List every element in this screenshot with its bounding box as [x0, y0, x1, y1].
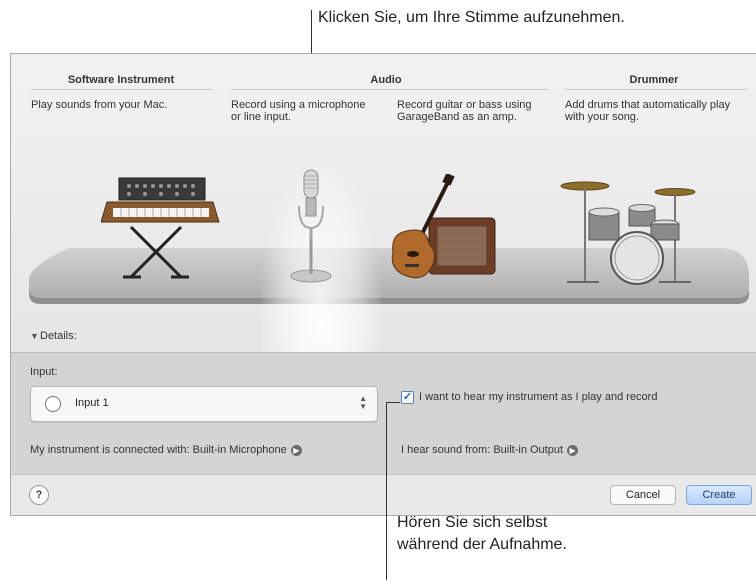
radio-icon[interactable] — [45, 396, 61, 412]
category-title-drummer: Drummer — [629, 74, 679, 86]
category-title-audio: Audio — [370, 74, 402, 86]
instrument-connection-info: My instrument is connected with: Built-i… — [30, 444, 302, 456]
callout-line-bottom-connector — [386, 402, 400, 403]
description-line: Record using a microphone — [231, 99, 366, 111]
description-line: or line input. — [231, 111, 291, 123]
new-project-dialog: Software Instrument Audio Drummer Play s… — [10, 53, 756, 516]
microphone-icon[interactable] — [266, 166, 356, 288]
category-title-software-instrument: Software Instrument — [67, 74, 175, 86]
description-line: with your song. — [565, 111, 639, 123]
description-line: GarageBand as an amp. — [397, 111, 517, 123]
dialog-footer: ? Cancel Create — [11, 474, 756, 515]
description-text: Play sounds from your Mac. — [31, 99, 168, 111]
monitor-checkbox[interactable]: ✓ — [401, 391, 414, 404]
details-panel: Input: Input 1 ▲ ▼ ✓ I want to hear my i… — [11, 352, 756, 475]
output-label: I hear sound from: Built-in Output — [401, 444, 564, 456]
callout-record-voice: Klicken Sie, um Ihre Stimme aufzunehmen. — [318, 9, 625, 26]
synthesizer-icon[interactable] — [101, 172, 221, 282]
category-divider — [565, 89, 747, 90]
output-info: I hear sound from: Built-in Output ▶ — [401, 444, 579, 456]
stepper-icon[interactable]: ▲ ▼ — [359, 395, 367, 411]
software-instrument-description[interactable]: Play sounds from your Mac. — [31, 99, 216, 111]
description-line: Add drums that automatically play — [565, 99, 731, 111]
category-divider — [31, 89, 213, 90]
drum-kit-icon[interactable] — [559, 178, 699, 288]
disclosure-triangle-icon[interactable]: ▼ — [30, 331, 39, 341]
stepper-down[interactable]: ▼ — [359, 403, 367, 411]
arrow-circle-icon[interactable]: ▶ — [567, 444, 579, 456]
monitor-label: I want to hear my instrument as I play a… — [419, 391, 658, 403]
guitar-description[interactable]: Record guitar or bass using GarageBand a… — [397, 99, 562, 123]
cancel-button[interactable]: Cancel — [610, 485, 676, 505]
callout-line-bottom — [386, 402, 387, 580]
details-label: Details: — [40, 330, 77, 342]
callout-hear-yourself: Hören Sie sich selbst während der Aufnah… — [397, 512, 567, 556]
drummer-description[interactable]: Add drums that automatically play with y… — [565, 99, 750, 123]
arrow-circle-icon[interactable]: ▶ — [290, 444, 302, 456]
create-button[interactable]: Create — [686, 485, 752, 505]
track-type-chooser: Software Instrument Audio Drummer Play s… — [11, 54, 756, 354]
category-divider — [231, 89, 549, 90]
input-select[interactable]: Input 1 ▲ ▼ — [30, 386, 378, 422]
connected-label: My instrument is connected with: Built-i… — [30, 444, 287, 456]
microphone-description[interactable]: Record using a microphone or line input. — [231, 99, 396, 123]
selected-input-value: Input 1 — [75, 397, 109, 409]
guitar-amp-icon[interactable] — [383, 174, 503, 286]
callout-line: Hören Sie sich selbst — [397, 514, 548, 531]
details-disclosure[interactable]: ▼ Details: — [11, 324, 756, 352]
question-icon[interactable]: ? — [29, 485, 49, 505]
description-line: Record guitar or bass using — [397, 99, 532, 111]
callout-line: während der Aufnahme. — [397, 536, 567, 553]
input-label: Input: — [30, 366, 58, 378]
